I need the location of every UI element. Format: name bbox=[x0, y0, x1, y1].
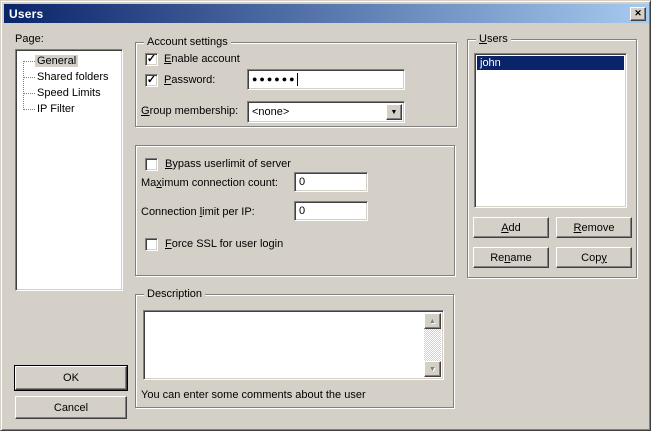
password-checkbox[interactable]: ✓ bbox=[145, 74, 158, 87]
tree-branch-icon bbox=[23, 77, 35, 78]
group-membership-value: <none> bbox=[252, 106, 289, 118]
description-legend: Description bbox=[144, 288, 205, 301]
scroll-up-icon: ▲ bbox=[429, 318, 436, 325]
add-user-button[interactable]: Add bbox=[473, 217, 549, 238]
max-connection-count-label: Maximum connection count: bbox=[141, 177, 278, 190]
scrollbar-track[interactable] bbox=[424, 329, 441, 361]
tree-branch-icon bbox=[23, 61, 35, 62]
window-title: Users bbox=[4, 7, 43, 21]
page-item-shared-folders[interactable]: Shared folders bbox=[18, 69, 111, 85]
connection-limit-per-ip-label: Connection limit per IP: bbox=[141, 206, 255, 219]
page-item-general[interactable]: General bbox=[18, 53, 78, 69]
users-dialog: Users ✕ Page: General Shared folders Spe… bbox=[0, 0, 651, 431]
page-list[interactable]: General Shared folders Speed Limits IP F… bbox=[15, 49, 123, 291]
account-settings-legend: Account settings bbox=[144, 36, 231, 49]
titlebar[interactable]: Users bbox=[4, 4, 649, 23]
scroll-down-icon: ▼ bbox=[429, 366, 436, 373]
text-cursor bbox=[297, 73, 298, 86]
group-membership-label: Group membership: bbox=[141, 105, 238, 118]
dropdown-button[interactable]: ▼ bbox=[386, 104, 402, 120]
password-value: ●●●●●● bbox=[252, 75, 297, 84]
scroll-up-button[interactable]: ▲ bbox=[424, 313, 441, 329]
enable-account-label[interactable]: Enable account bbox=[164, 53, 240, 66]
check-icon: ✓ bbox=[147, 75, 156, 86]
description-textarea[interactable]: ▲ ▼ bbox=[143, 310, 444, 380]
password-input[interactable]: ●●●●●● bbox=[247, 69, 405, 90]
list-item-john[interactable]: john bbox=[477, 56, 624, 70]
password-label[interactable]: Password: bbox=[164, 74, 215, 87]
max-connection-count-input[interactable]: 0 bbox=[294, 172, 368, 192]
page-label: Page: bbox=[15, 33, 44, 46]
chevron-down-icon: ▼ bbox=[391, 109, 398, 116]
copy-user-button[interactable]: Copy bbox=[556, 247, 632, 268]
bypass-userlimit-checkbox[interactable] bbox=[145, 158, 158, 171]
close-button[interactable]: ✕ bbox=[630, 7, 646, 21]
group-membership-dropdown[interactable]: <none> ▼ bbox=[247, 101, 405, 123]
check-icon: ✓ bbox=[147, 54, 156, 65]
bypass-userlimit-label[interactable]: Bypass userlimit of server bbox=[165, 158, 291, 171]
users-list[interactable]: john bbox=[474, 53, 627, 208]
description-hint: You can enter some comments about the us… bbox=[141, 389, 366, 402]
force-ssl-checkbox[interactable] bbox=[145, 238, 158, 251]
close-icon: ✕ bbox=[634, 9, 642, 18]
page-item-speed-limits[interactable]: Speed Limits bbox=[18, 85, 103, 101]
users-legend: Users bbox=[476, 33, 511, 46]
tree-branch-icon bbox=[23, 93, 35, 94]
enable-account-checkbox[interactable]: ✓ bbox=[145, 53, 158, 66]
description-scrollbar[interactable]: ▲ ▼ bbox=[424, 313, 441, 377]
remove-user-button[interactable]: Remove bbox=[556, 217, 632, 238]
rename-user-button[interactable]: Rename bbox=[473, 247, 549, 268]
connection-limit-per-ip-input[interactable]: 0 bbox=[294, 201, 368, 221]
page-item-ip-filter[interactable]: IP Filter bbox=[18, 101, 77, 117]
force-ssl-label[interactable]: Force SSL for user login bbox=[165, 238, 283, 251]
tree-branch-icon bbox=[23, 109, 35, 110]
cancel-button[interactable]: Cancel bbox=[15, 396, 127, 419]
scroll-down-button[interactable]: ▼ bbox=[424, 361, 441, 377]
ok-button[interactable]: OK bbox=[15, 366, 127, 390]
